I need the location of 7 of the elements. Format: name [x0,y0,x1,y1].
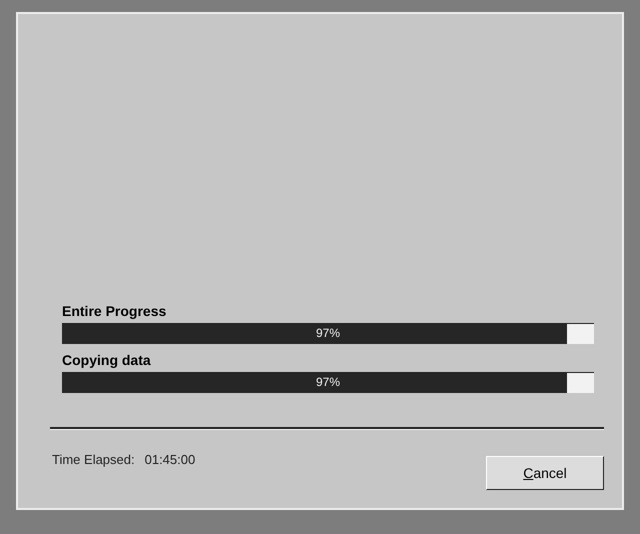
time-elapsed-value: 01:45:00 [144,452,196,467]
progress-label: Entire Progress [62,303,168,319]
progress-percent: 97% [316,326,340,340]
progress-label: Copying data [62,352,152,368]
progress-percent: 97% [316,375,340,389]
cancel-button[interactable]: Cancel [486,456,604,490]
time-elapsed-label: Time Elapsed: [52,452,135,467]
